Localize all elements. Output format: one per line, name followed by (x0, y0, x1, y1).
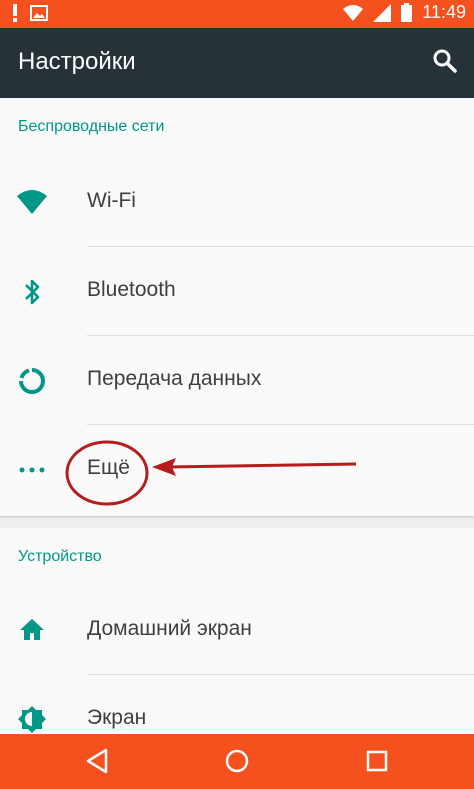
settings-item-data-usage[interactable]: Передача данных (0, 336, 474, 425)
app-toolbar: Настройки (0, 28, 474, 98)
warning-icon (10, 4, 20, 22)
navigation-bar (0, 734, 474, 789)
section-title-wireless: Беспроводные сети (18, 118, 165, 135)
wifi-icon (343, 4, 364, 22)
image-icon (30, 5, 48, 21)
settings-item-home-screen[interactable]: Домашний экран (0, 586, 474, 675)
settings-item-label: Домашний экран (87, 617, 252, 640)
search-icon[interactable] (432, 48, 458, 74)
settings-item-label: Экран (87, 706, 147, 729)
section-title-device: Устройство (18, 548, 102, 565)
status-bar: 11:49 (0, 0, 474, 28)
wireless-section-card: Беспроводные сети Wi-Fi Bluetooth Переда… (0, 98, 474, 516)
settings-item-bluetooth[interactable]: Bluetooth (0, 247, 474, 336)
settings-item-label: Wi-Fi (87, 189, 136, 212)
home-icon (16, 614, 48, 646)
settings-item-wifi[interactable]: Wi-Fi (0, 158, 474, 247)
back-icon[interactable] (85, 746, 111, 776)
device-section-card: Устройство Домашний экран Экран (0, 528, 474, 738)
settings-item-label: Передача данных (87, 367, 262, 390)
wifi-icon (16, 186, 48, 218)
settings-item-more[interactable]: Ещё (0, 425, 474, 514)
recents-icon[interactable] (364, 746, 390, 776)
page-title: Настройки (18, 48, 136, 75)
battery-icon (401, 3, 413, 22)
home-circle-icon[interactable] (224, 746, 250, 776)
brightness-icon (16, 703, 48, 735)
settings-item-label: Ещё (87, 456, 130, 479)
clock: 11:49 (422, 2, 466, 22)
settings-item-label: Bluetooth (87, 278, 176, 301)
signal-icon (373, 3, 392, 22)
more-dots-icon (16, 453, 48, 485)
bluetooth-icon (16, 276, 48, 308)
data-usage-icon (16, 365, 48, 397)
